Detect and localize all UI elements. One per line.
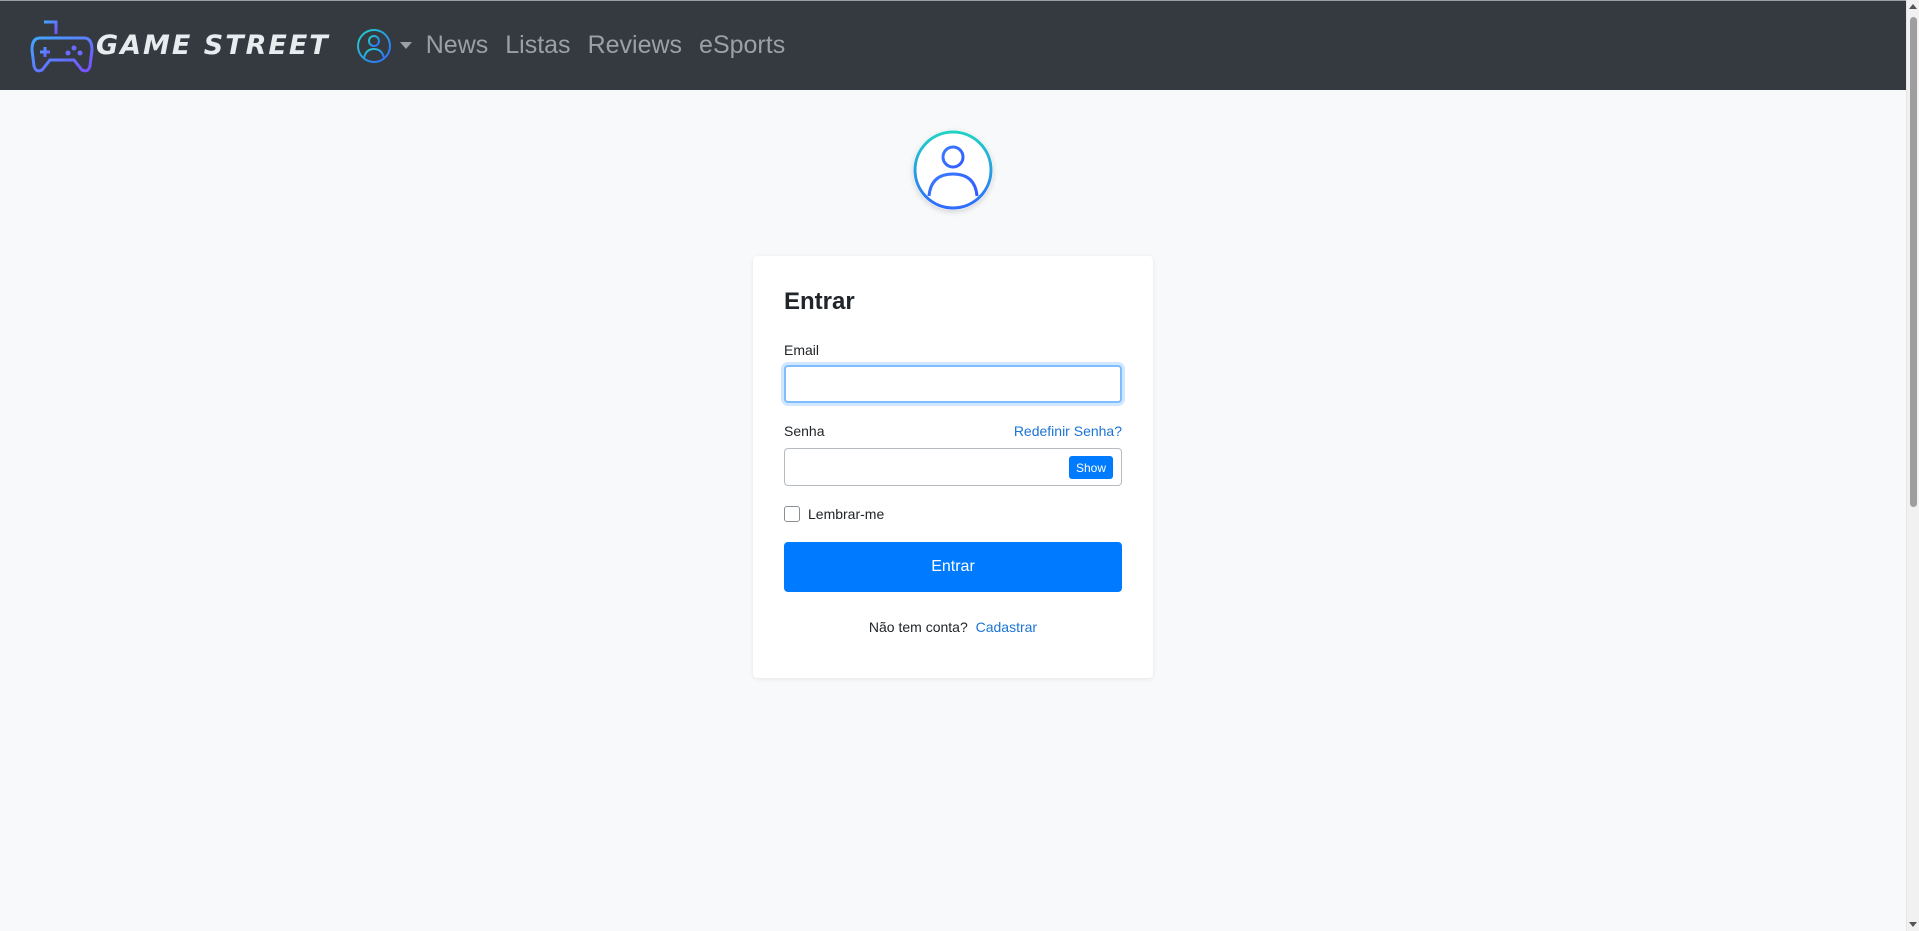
password-group: Show — [784, 448, 1122, 486]
email-label: Email — [784, 342, 820, 358]
scrollbar-thumb[interactable] — [1910, 17, 1917, 507]
brand-logo[interactable]: GAME STREET — [30, 16, 330, 76]
signup-prompt: Não tem conta? Cadastrar — [784, 619, 1122, 635]
forgot-password-link[interactable]: Redefinir Senha? — [1014, 423, 1122, 439]
nav-links: News Listas Reviews eSports — [426, 31, 802, 60]
remember-me: Lembrar-me — [784, 506, 1122, 522]
gamepad-icon — [30, 20, 94, 72]
password-label-row: Senha Redefinir Senha? — [784, 423, 1122, 439]
login-submit-button[interactable]: Entrar — [784, 542, 1122, 592]
brand-name: GAME STREET — [96, 30, 330, 61]
vertical-scrollbar[interactable] — [1906, 0, 1919, 931]
login-card: Entrar Email Senha Redefinir Senha? Show… — [753, 256, 1153, 678]
nav-link-news[interactable]: News — [426, 31, 489, 60]
nav-link-reviews[interactable]: Reviews — [588, 31, 682, 60]
password-field[interactable] — [785, 449, 1065, 485]
signup-link[interactable]: Cadastrar — [976, 619, 1037, 635]
navbar: GAME STREET News Listas Reviews eSports — [0, 0, 1906, 90]
user-circle-icon — [356, 28, 391, 63]
scroll-down-icon[interactable] — [1909, 922, 1917, 927]
user-avatar-icon — [913, 130, 993, 210]
show-password-button[interactable]: Show — [1068, 456, 1113, 479]
remember-me-label[interactable]: Lembrar-me — [808, 506, 884, 522]
scroll-up-icon[interactable] — [1909, 4, 1917, 9]
email-field[interactable] — [784, 365, 1122, 403]
user-menu-dropdown[interactable] — [356, 28, 412, 64]
password-label: Senha — [784, 423, 825, 439]
nav-link-esports[interactable]: eSports — [699, 31, 785, 60]
avatar — [913, 130, 993, 210]
signup-prompt-text: Não tem conta? — [868, 619, 968, 635]
remember-me-checkbox[interactable] — [784, 506, 800, 522]
nav-link-listas[interactable]: Listas — [505, 31, 570, 60]
login-title: Entrar — [784, 288, 855, 315]
chevron-down-icon — [399, 42, 412, 49]
